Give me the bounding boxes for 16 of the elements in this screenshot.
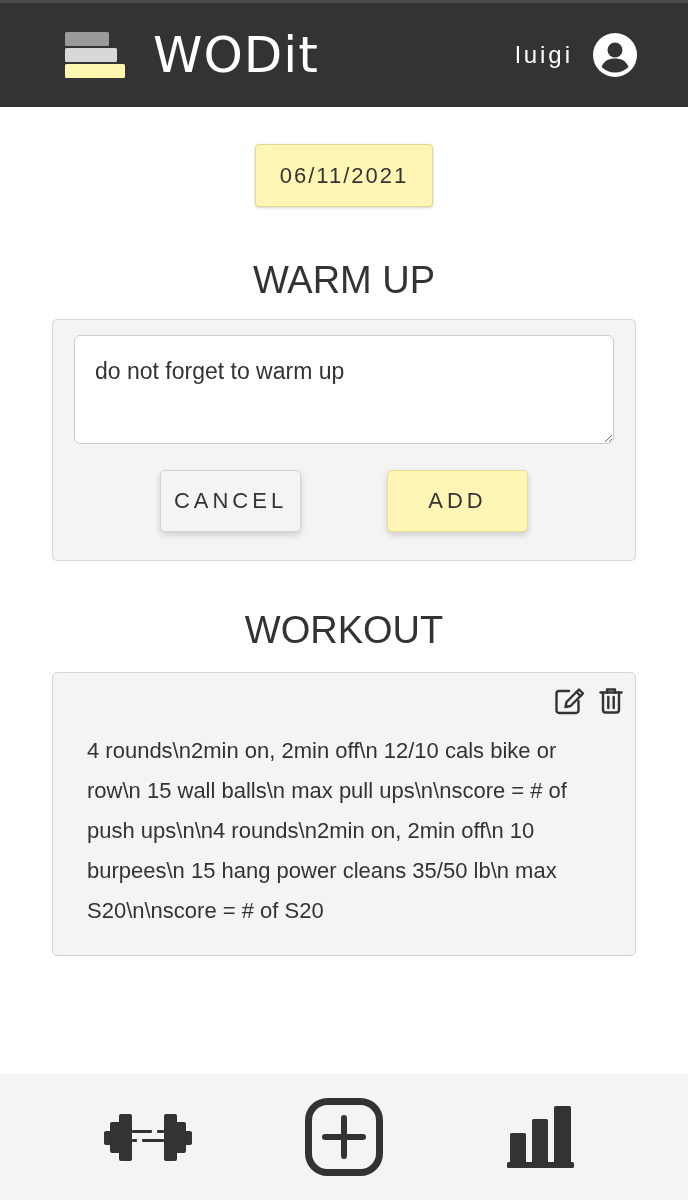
warm-up-input[interactable]: do not forget to warm up [74,335,614,444]
bar-chart-icon[interactable] [506,1106,574,1168]
stacked-bars-logo-icon [65,32,125,78]
username: luigi [515,41,573,69]
user-avatar-icon[interactable] [593,33,637,77]
pencil-square-icon[interactable] [555,687,585,715]
cancel-button[interactable]: CANCEL [160,470,301,532]
add-button[interactable]: ADD [387,470,528,532]
section-heading: WARM UP [252,258,436,303]
add-square-icon[interactable] [305,1098,383,1176]
section-heading: WORKOUT [244,608,444,653]
app-title: WODit [153,30,319,80]
date-button[interactable]: 06/11/2021 [255,144,433,207]
dumbbell-icon[interactable] [104,1113,192,1161]
trash-icon[interactable] [599,687,623,714]
workout-description: 4 rounds\n2min on, 2min off\n 12/10 cals bike or row\n 15 wall balls\n max pull ups\n\nscore = # of push ups\n\n4 rounds\n2min on, 2min off\n 10 burpees\n 15 hang power cleans 35/50 lb\n max S20\n\nscore = # of S20 [87,737,568,925]
